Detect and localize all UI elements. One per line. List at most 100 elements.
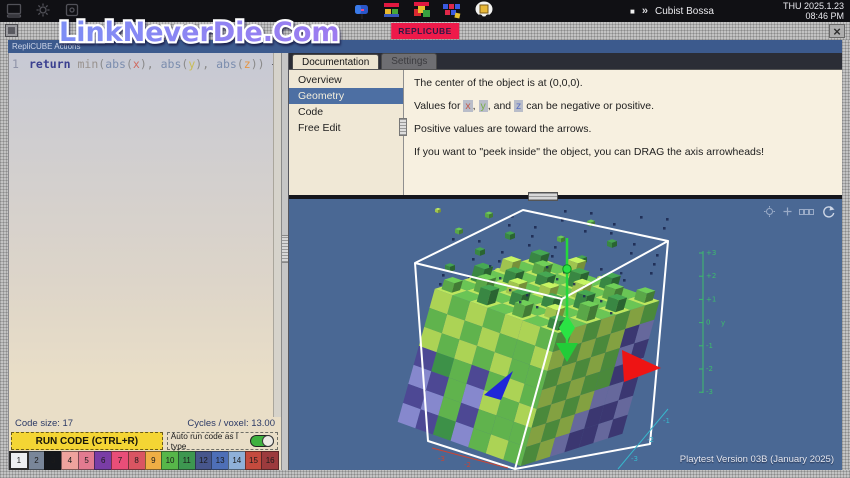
voxel-viewport[interactable]: +3+2+10-1-2-3y-3-2-1-2-3 <box>289 199 842 470</box>
scatter-dot <box>508 224 511 227</box>
close-button[interactable]: × <box>829 24 845 38</box>
scatter-dot <box>610 312 612 314</box>
palette-swatch-16[interactable]: 16 <box>261 451 279 470</box>
scatter-dot <box>620 272 622 274</box>
palette-swatch-13[interactable]: 13 <box>211 451 229 470</box>
color-palette: 12345678910111213141516 <box>10 451 279 470</box>
text-segment: z <box>244 57 251 71</box>
docs-sidebar: OverviewGeometryCodeFree Edit <box>289 70 404 195</box>
palette-swatch-15[interactable]: 15 <box>245 451 263 470</box>
sidebar-item-code[interactable]: Code <box>289 104 403 120</box>
palette-swatch-3[interactable]: 3 <box>44 451 62 470</box>
scatter-dot <box>653 263 656 266</box>
skip-icon[interactable]: » <box>642 5 648 17</box>
palette-swatch-8[interactable]: 8 <box>128 451 146 470</box>
documentation-panel: DocumentationSettings OverviewGeometryCo… <box>289 53 842 195</box>
run-code-button[interactable]: RUN CODE (CTRL+R) <box>11 432 163 450</box>
text-segment: abs <box>161 57 182 71</box>
mailbox-icon[interactable] <box>352 1 372 21</box>
render-settings-icon[interactable] <box>763 205 776 218</box>
panel-divider-vertical[interactable] <box>281 53 289 470</box>
text-segment: abs <box>216 57 237 71</box>
palette-swatch-12[interactable]: 12 <box>195 451 213 470</box>
doc-paragraph: Positive values are toward the arrows. <box>414 123 832 135</box>
cubes-icon[interactable] <box>412 1 432 21</box>
voxel-scene[interactable]: +3+2+10-1-2-3y-3-2-1-2-3 <box>289 199 842 470</box>
scatter-dot <box>663 227 666 230</box>
code-editor[interactable]: 1 return min(abs(x), abs(y), abs(z)) + 1… <box>9 53 281 417</box>
tiles-icon[interactable] <box>442 1 464 21</box>
editor-scrollbar[interactable] <box>273 53 281 417</box>
code-line[interactable]: 1 return min(abs(x), abs(y), abs(z)) + 1… <box>9 53 281 71</box>
swatch-number: 5 <box>84 456 88 465</box>
sidebar-item-geometry[interactable]: Geometry <box>289 88 403 104</box>
scatter-dot <box>501 251 504 254</box>
scatter-dot <box>531 235 534 238</box>
toggle-knob[interactable] <box>262 435 274 447</box>
swatch-number: 6 <box>101 456 105 465</box>
window-titlebar[interactable]: REPLICUBE × <box>0 22 850 40</box>
swatch-number: 3 <box>51 456 55 465</box>
palette-swatch-10[interactable]: 10 <box>161 451 179 470</box>
scatter-dot <box>650 272 653 275</box>
code-editor-panel[interactable]: 1 return min(abs(x), abs(y), abs(z)) + 1… <box>8 53 281 470</box>
cycles-label: Cycles / voxel: 13.00 <box>187 418 275 431</box>
right-area: DocumentationSettings OverviewGeometryCo… <box>289 53 842 470</box>
text-segment: return <box>29 57 77 71</box>
palette-swatch-1[interactable]: 1 <box>9 451 29 470</box>
tab-settings[interactable]: Settings <box>381 53 437 69</box>
palette-swatch-6[interactable]: 6 <box>94 451 112 470</box>
tab-documentation[interactable]: Documentation <box>292 54 379 70</box>
workshop-icon[interactable] <box>382 1 402 21</box>
scatter-dot <box>600 300 602 302</box>
swatch-number: 7 <box>118 456 122 465</box>
text-segment: ( <box>126 57 133 71</box>
zoom-in-icon[interactable] <box>782 206 793 217</box>
text-segment: min <box>77 57 98 71</box>
capture-icon[interactable] <box>64 2 80 18</box>
y-axis-label: -1 <box>706 342 713 350</box>
scatter-dot <box>519 301 521 303</box>
sidebar-item-overview[interactable]: Overview <box>289 72 403 88</box>
scatter-dot <box>564 210 567 213</box>
stop-icon[interactable]: ■ <box>630 7 635 16</box>
scatter-dot <box>600 268 603 271</box>
text-segment: ), <box>140 57 161 71</box>
y-axis-label: +2 <box>706 272 716 280</box>
scatter-dot <box>551 255 554 258</box>
time-label: 08:46 PM <box>783 11 844 21</box>
version-label: Playtest Version 03B (January 2025) <box>680 454 834 465</box>
display-icon[interactable] <box>6 2 22 18</box>
sidebar-splitter-handle[interactable] <box>399 118 407 136</box>
window-border-right <box>842 40 850 478</box>
now-playing[interactable]: ■ » Cubist Bossa <box>630 0 714 22</box>
doc-paragraph: The center of the object is at (0,0,0). <box>414 77 832 89</box>
palette-swatch-11[interactable]: 11 <box>178 451 196 470</box>
palette-swatch-2[interactable]: 2 <box>28 451 46 470</box>
scatter-dot <box>478 240 481 243</box>
settings-gear-icon[interactable] <box>35 2 51 18</box>
palette-swatch-14[interactable]: 14 <box>228 451 246 470</box>
panel-splitter-handle[interactable] <box>528 192 558 201</box>
auto-run-box[interactable]: Auto run code as I type <box>167 432 278 450</box>
auto-run-toggle[interactable] <box>250 435 274 447</box>
palette-swatch-4[interactable]: 4 <box>61 451 79 470</box>
track-title: Cubist Bossa <box>655 6 714 17</box>
y-axis-handle[interactable] <box>563 265 571 273</box>
grid-icon[interactable] <box>799 207 815 217</box>
window-menu-icon[interactable] <box>5 24 18 37</box>
palette-swatch-9[interactable]: 9 <box>145 451 163 470</box>
taskbar-tray <box>352 1 494 21</box>
x-axis-label: -2 <box>464 461 471 469</box>
palette-swatch-7[interactable]: 7 <box>111 451 129 470</box>
text-segment: ( <box>237 57 244 71</box>
divider-handle-icon[interactable] <box>282 235 288 263</box>
sidebar-item-free-edit[interactable]: Free Edit <box>289 120 403 136</box>
scatter-dot <box>528 244 531 247</box>
y-axis-label: -3 <box>706 388 713 396</box>
reset-view-icon[interactable] <box>821 205 835 218</box>
scatter-dot <box>526 294 528 296</box>
window-border-left <box>0 40 8 478</box>
palette-swatch-5[interactable]: 5 <box>78 451 96 470</box>
cube-buddy-icon[interactable] <box>474 1 494 21</box>
